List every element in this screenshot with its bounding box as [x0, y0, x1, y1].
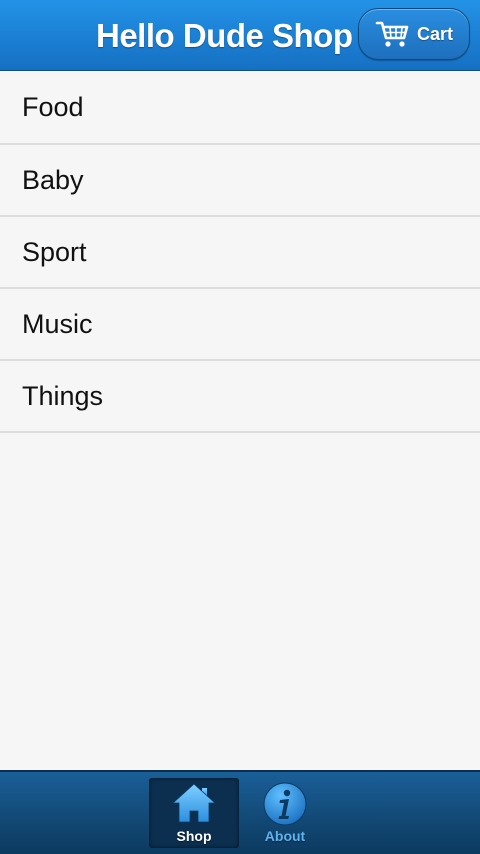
tab-about[interactable]: About: [240, 778, 330, 848]
category-list: Food Baby Sport Music Things: [0, 72, 480, 433]
list-item-sport[interactable]: Sport: [0, 217, 480, 289]
tab-shop-label: Shop: [176, 828, 212, 844]
info-icon: [263, 782, 307, 826]
header-bar: Hello Dude Shop Cart: [0, 0, 480, 71]
list-item-food[interactable]: Food: [0, 72, 480, 145]
cart-label: Cart: [416, 23, 453, 44]
list-item-baby[interactable]: Baby: [0, 145, 480, 217]
tab-about-label: About: [264, 828, 306, 844]
home-icon: [171, 783, 217, 823]
tab-shop[interactable]: Shop: [149, 778, 239, 848]
page-title: Hello Dude Shop: [96, 17, 353, 54]
list-item-music[interactable]: Music: [0, 289, 480, 361]
bottom-tab-bar: Shop About: [0, 770, 480, 854]
cart-button[interactable]: Cart: [358, 8, 470, 60]
list-item-things[interactable]: Things: [0, 361, 480, 433]
shopping-cart-icon: [375, 21, 409, 47]
